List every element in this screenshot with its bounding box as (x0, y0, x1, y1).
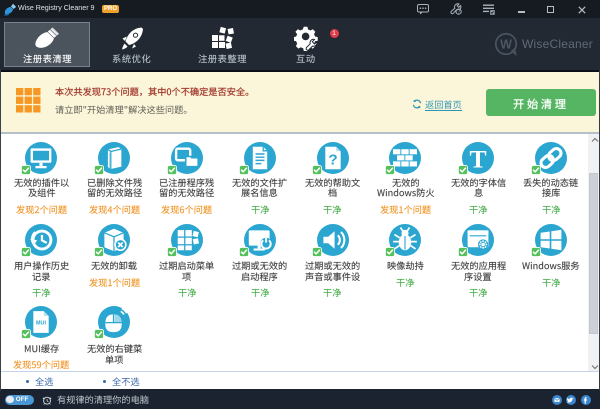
svg-text:?: ? (328, 152, 337, 169)
svg-text:W: W (500, 37, 512, 51)
svg-text:MUI: MUI (36, 321, 46, 327)
svg-text:?: ? (457, 9, 460, 15)
svg-text:T: T (470, 145, 487, 174)
